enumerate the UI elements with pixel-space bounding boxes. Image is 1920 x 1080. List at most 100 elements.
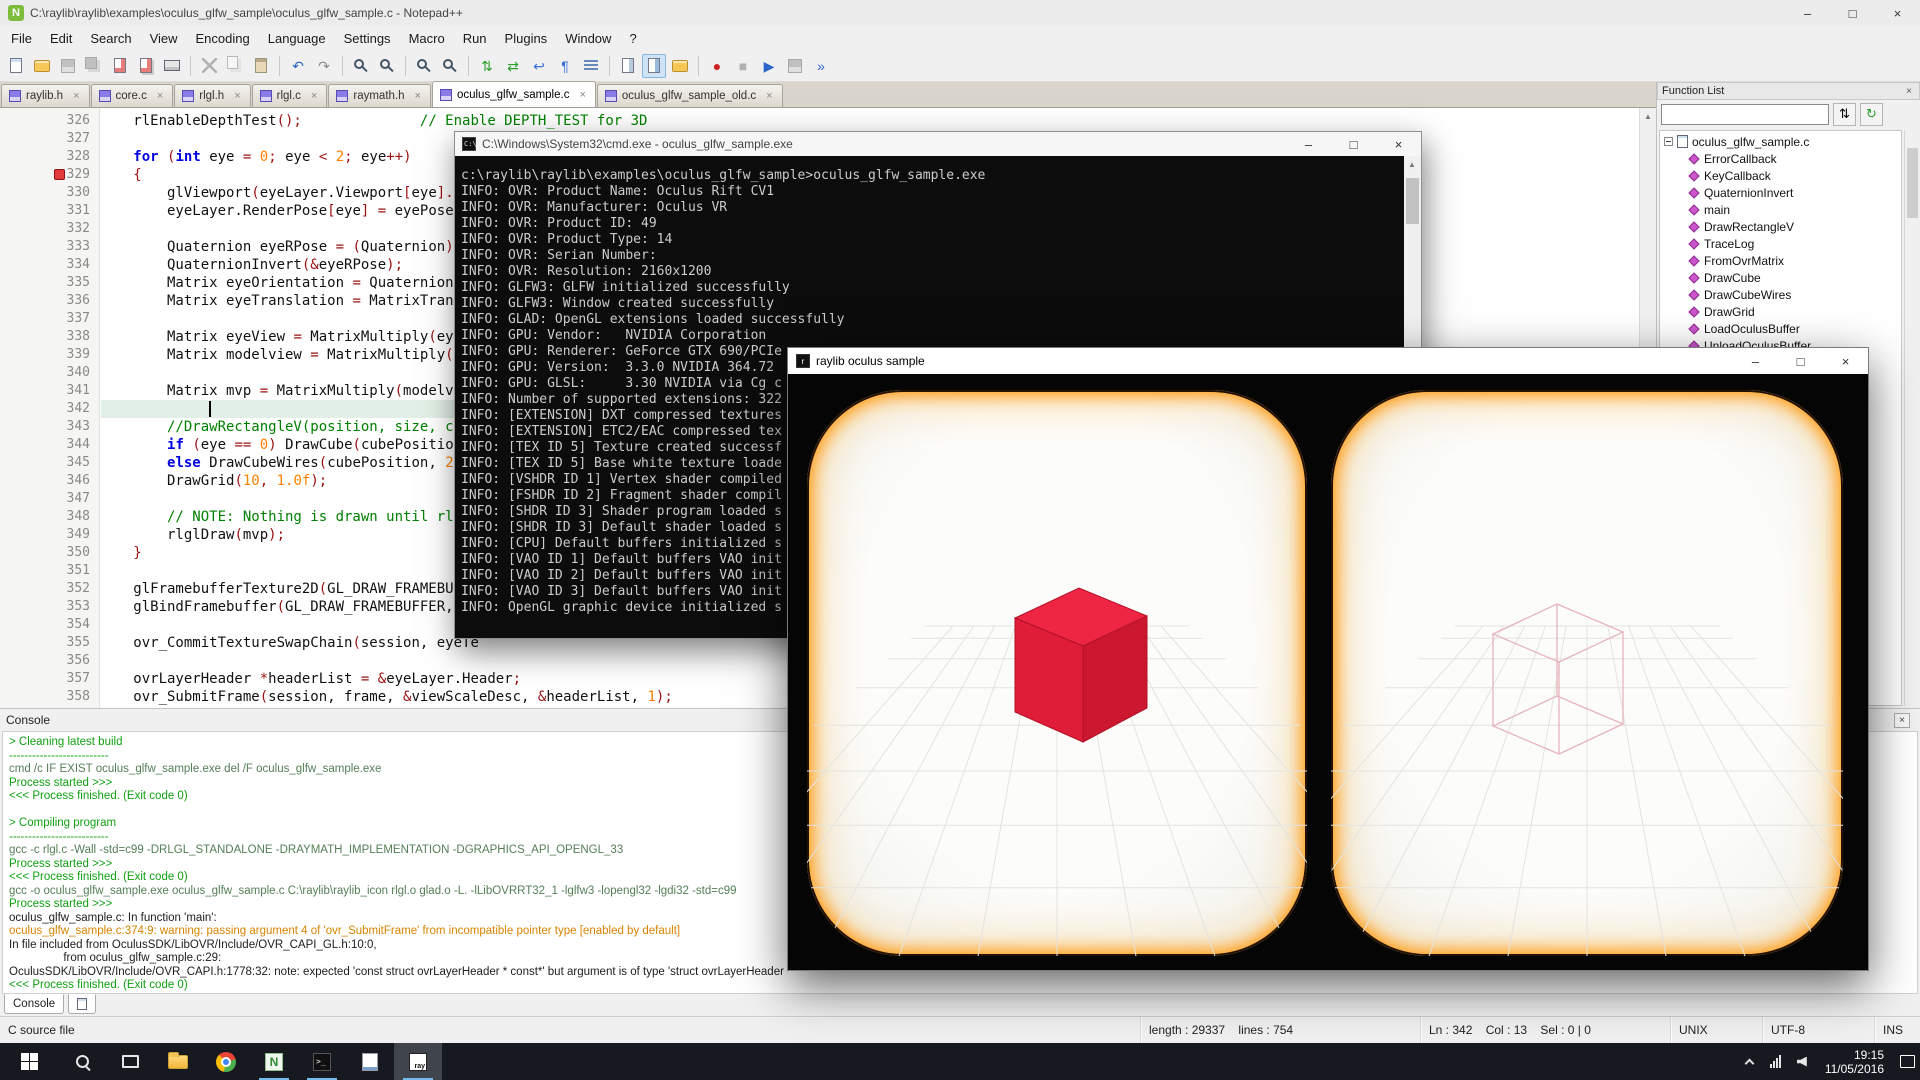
taskbar-clock[interactable]: 19:15 11/05/2016 (1815, 1048, 1894, 1076)
function-item[interactable]: DrawCube (1660, 269, 1901, 286)
cmd-maximize-button[interactable]: □ (1331, 132, 1376, 156)
tab-close-icon[interactable]: × (577, 89, 587, 101)
function-item[interactable]: ErrorCallback (1660, 150, 1901, 167)
npp-minimize-button[interactable]: – (1785, 0, 1830, 26)
function-item[interactable]: LoadOculusBuffer (1660, 320, 1901, 337)
cmd-titlebar[interactable]: C:\Windows\System32\cmd.exe - oculus_glf… (455, 132, 1421, 156)
cmd-scroll-thumb[interactable] (1406, 178, 1419, 224)
copy-icon[interactable] (223, 54, 247, 78)
play-macro-icon[interactable]: ▶ (757, 54, 781, 78)
function-list-close-icon[interactable]: × (1903, 86, 1915, 97)
task-view-button[interactable] (106, 1043, 154, 1080)
cmd-close-button[interactable]: × (1376, 132, 1421, 156)
function-list-scroll-thumb[interactable] (1907, 148, 1918, 218)
tab-oculus_glfw_sample_old.c[interactable]: oculus_glfw_sample_old.c× (597, 84, 783, 107)
function-item[interactable]: main (1660, 201, 1901, 218)
cmd-scroll-up-icon[interactable]: ▲ (1404, 156, 1420, 173)
menu-search[interactable]: Search (81, 28, 140, 49)
menu-view[interactable]: View (141, 28, 187, 49)
notepadpp-taskbar-button[interactable] (250, 1043, 298, 1080)
function-item[interactable]: DrawRectangleV (1660, 218, 1901, 235)
taskbar-search-button[interactable] (58, 1043, 106, 1080)
menu-edit[interactable]: Edit (41, 28, 81, 49)
print-icon[interactable] (160, 54, 184, 78)
word-wrap-icon[interactable]: ↩ (527, 54, 551, 78)
cut-icon[interactable] (197, 54, 221, 78)
function-item[interactable]: KeyCallback (1660, 167, 1901, 184)
show-all-chars-icon[interactable]: ¶ (553, 54, 577, 78)
sync-horizontal-icon[interactable]: ⇄ (501, 54, 525, 78)
tab-rlgl.c[interactable]: rlgl.c× (252, 84, 328, 107)
open-file-icon[interactable] (30, 54, 54, 78)
redo-icon[interactable]: ↷ (312, 54, 336, 78)
function-item[interactable]: DrawGrid (1660, 303, 1901, 320)
tab-close-icon[interactable]: × (71, 90, 81, 102)
raylib-taskbar-button[interactable] (394, 1043, 442, 1080)
scroll-up-icon[interactable]: ▲ (1640, 108, 1656, 125)
start-button[interactable] (0, 1043, 58, 1080)
paste-icon[interactable] (249, 54, 273, 78)
raylib-minimize-button[interactable]: – (1733, 348, 1778, 374)
cmd-minimize-button[interactable]: – (1286, 132, 1331, 156)
document-app-button[interactable] (346, 1043, 394, 1080)
new-file-icon[interactable] (4, 54, 28, 78)
tab-close-icon[interactable]: × (232, 90, 242, 102)
function-list-search-input[interactable] (1661, 104, 1829, 125)
file-explorer-button[interactable] (154, 1043, 202, 1080)
zoom-out-icon[interactable] (438, 54, 462, 78)
menu-encoding[interactable]: Encoding (187, 28, 259, 49)
chrome-button[interactable] (202, 1043, 250, 1080)
tray-network-button[interactable] (1763, 1043, 1789, 1080)
function-list-icon[interactable] (642, 54, 666, 78)
replace-icon[interactable] (375, 54, 399, 78)
close-file-icon[interactable] (108, 54, 132, 78)
tab-oculus_glfw_sample.c[interactable]: oculus_glfw_sample.c× (432, 81, 596, 107)
raylib-titlebar[interactable]: raylib oculus sample – □ × (788, 348, 1868, 374)
tab-raymath.h[interactable]: raymath.h× (328, 84, 431, 107)
tab-rlgl.h[interactable]: rlgl.h× (174, 84, 250, 107)
menu-window[interactable]: Window (556, 28, 620, 49)
raylib-maximize-button[interactable]: □ (1778, 348, 1823, 374)
menu-plugins[interactable]: Plugins (496, 28, 557, 49)
tab-close-icon[interactable]: × (309, 90, 319, 102)
undo-icon[interactable]: ↶ (286, 54, 310, 78)
menu-run[interactable]: Run (454, 28, 496, 49)
function-list-root[interactable]: oculus_glfw_sample.c (1660, 133, 1901, 150)
sync-vertical-icon[interactable]: ⇅ (475, 54, 499, 78)
doc-map-icon[interactable] (616, 54, 640, 78)
raylib-window[interactable]: raylib oculus sample – □ × (787, 347, 1869, 971)
npp-close-button[interactable]: × (1875, 0, 1920, 26)
record-macro-icon[interactable]: ● (705, 54, 729, 78)
close-all-icon[interactable] (134, 54, 158, 78)
tray-volume-button[interactable] (1789, 1043, 1815, 1080)
tray-expand-button[interactable] (1737, 1043, 1763, 1080)
run-macro-multi-icon[interactable]: » (809, 54, 833, 78)
function-item[interactable]: TraceLog (1660, 235, 1901, 252)
zoom-in-icon[interactable] (412, 54, 436, 78)
doc-panel-tab[interactable] (68, 994, 96, 1014)
menu-macro[interactable]: Macro (400, 28, 454, 49)
find-icon[interactable] (349, 54, 373, 78)
stop-macro-icon[interactable]: ■ (731, 54, 755, 78)
tab-close-icon[interactable]: × (764, 90, 774, 102)
save-file-icon[interactable] (56, 54, 80, 78)
function-list-scrollbar[interactable] (1904, 130, 1920, 706)
function-item[interactable]: FromOvrMatrix (1660, 252, 1901, 269)
save-macro-icon[interactable] (783, 54, 807, 78)
sort-icon[interactable]: ⇅ (1833, 103, 1856, 126)
collapse-icon[interactable] (1664, 137, 1673, 146)
menu-language[interactable]: Language (259, 28, 335, 49)
menu-file[interactable]: File (2, 28, 41, 49)
line-numbers[interactable]: 326 327 328 329 330 331 332 333 334 335 … (0, 112, 90, 708)
raylib-close-button[interactable]: × (1823, 348, 1868, 374)
console-tab[interactable]: Console (4, 994, 64, 1014)
indent-guide-icon[interactable] (579, 54, 603, 78)
tab-close-icon[interactable]: × (413, 90, 423, 102)
folder-workspace-icon[interactable] (668, 54, 692, 78)
tab-raylib.h[interactable]: raylib.h× (1, 84, 90, 107)
npp-restore-button[interactable]: □ (1830, 0, 1875, 26)
terminal-taskbar-button[interactable] (298, 1043, 346, 1080)
menu-help[interactable]: ? (620, 28, 645, 49)
action-center-button[interactable] (1894, 1043, 1920, 1080)
menu-settings[interactable]: Settings (335, 28, 400, 49)
